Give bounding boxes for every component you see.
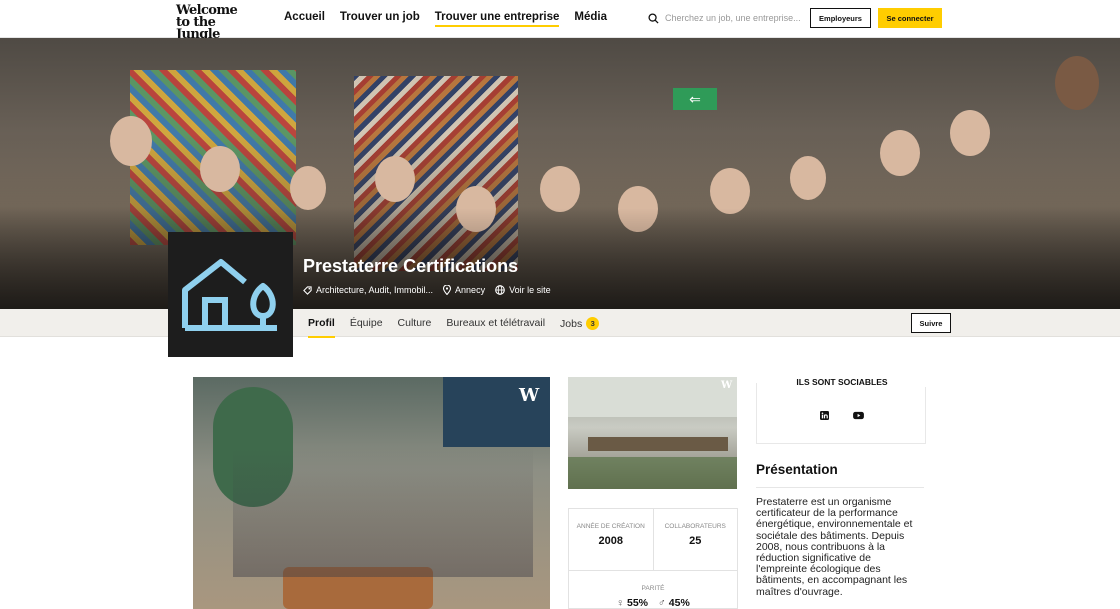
sector-item: Architecture, Audit, Immobil... [303, 285, 433, 295]
female-stat: ♀ 55% [616, 597, 648, 609]
tab-jobs-label: Jobs [560, 318, 583, 330]
office-photo[interactable]: W [568, 377, 737, 489]
nav-accueil[interactable]: Accueil [284, 11, 325, 27]
social-box: ILS SONT SOCIABLES [756, 377, 927, 444]
stat-staff-value: 25 [689, 535, 702, 547]
female-value: 55% [626, 597, 648, 609]
company-meta: Architecture, Audit, Immobil... Annecy V… [303, 285, 551, 295]
tab-jobs[interactable]: Jobs 3 [560, 317, 600, 338]
company-tabs: Profil Équipe Culture Bureaux et télétra… [308, 317, 600, 338]
globe-icon [495, 285, 505, 295]
tab-bureaux[interactable]: Bureaux et télétravail [446, 317, 545, 338]
youtube-icon[interactable] [853, 411, 864, 420]
team-photo[interactable]: W [193, 377, 550, 609]
stat-parity: Parité ♀ 55% ♂ 45% [569, 571, 737, 609]
location-item: Annecy [443, 285, 485, 295]
main-nav: Accueil Trouver un job Trouver une entre… [284, 11, 607, 27]
presentation-title: Présentation [756, 462, 838, 477]
stat-parity-label: Parité [641, 585, 665, 592]
wttj-watermark-icon: W [519, 385, 540, 406]
presentation-divider [756, 487, 924, 488]
company-location: Annecy [455, 285, 486, 295]
follow-button[interactable]: Suivre [911, 313, 951, 333]
tab-profil[interactable]: Profil [308, 317, 335, 338]
male-stat: ♂ 45% [658, 597, 690, 609]
stat-staff: Collaborateurs 25 [652, 509, 738, 570]
login-button[interactable]: Se connecter [878, 8, 942, 28]
nav-trouver-une-entreprise[interactable]: Trouver une entreprise [434, 11, 560, 27]
location-pin-icon [443, 285, 452, 295]
search-placeholder: Cherchez un job, une entreprise... [665, 13, 801, 23]
stat-staff-label: Collaborateurs [664, 523, 726, 530]
site-logo[interactable]: Welcome to the Jungle [176, 4, 256, 41]
house-logo-icon [181, 258, 277, 331]
jobs-count-badge: 3 [586, 317, 600, 330]
search-icon [648, 12, 659, 24]
tab-equipe[interactable]: Équipe [350, 317, 383, 338]
website-label: Voir le site [509, 285, 551, 295]
company-name: Prestaterre Certifications [303, 256, 519, 276]
tab-culture[interactable]: Culture [398, 317, 432, 338]
presentation-text: Prestaterre est un organisme certificate… [756, 496, 913, 598]
search-input[interactable]: Cherchez un job, une entreprise... [642, 8, 804, 28]
website-link[interactable]: Voir le site [495, 285, 551, 295]
stat-creation-label: Année de création [576, 523, 645, 530]
company-sector: Architecture, Audit, Immobil... [316, 285, 434, 295]
stat-creation-value: 2008 [598, 535, 623, 547]
male-icon: ♂ [658, 597, 666, 609]
company-stats: Année de création 2008 Collaborateurs 25… [568, 508, 738, 609]
social-title: ILS SONT SOCIABLES [757, 377, 927, 387]
employers-button[interactable]: Employeurs [810, 8, 871, 28]
nav-media[interactable]: Média [574, 11, 607, 27]
linkedin-icon[interactable] [820, 411, 829, 420]
male-value: 45% [668, 597, 690, 609]
top-header: Welcome to the Jungle Accueil Trouver un… [0, 0, 1120, 41]
wttj-watermark-icon: W [721, 380, 733, 391]
female-icon: ♀ [616, 597, 625, 609]
nav-trouver-un-job[interactable]: Trouver un job [340, 11, 420, 27]
exit-sign: ⇐ [673, 88, 717, 110]
tag-icon [303, 285, 312, 295]
stat-creation: Année de création 2008 [569, 509, 653, 570]
company-logo [168, 232, 293, 357]
